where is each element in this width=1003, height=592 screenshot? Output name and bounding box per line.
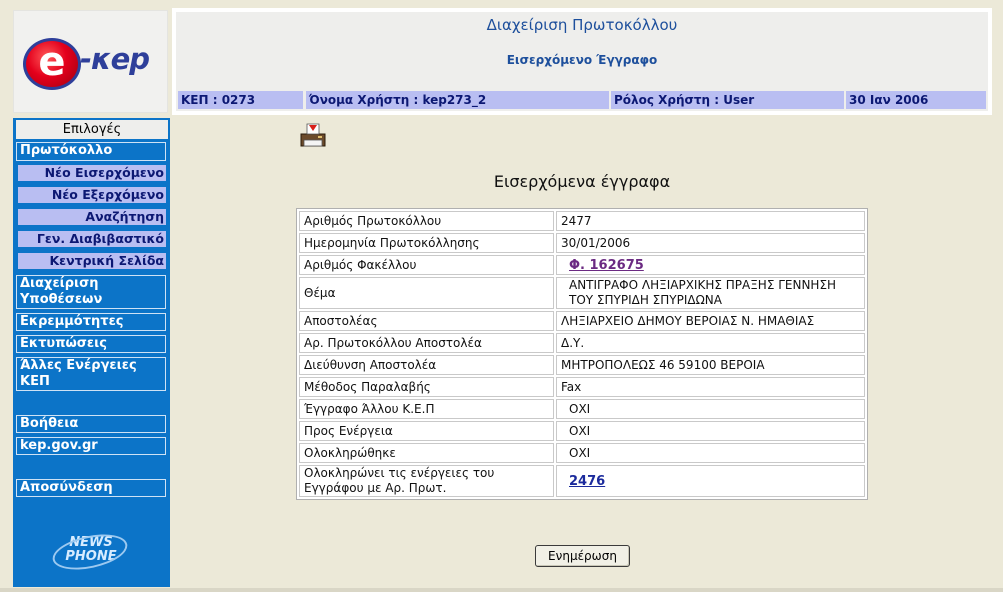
row-value: ΑΝΤΙΓΡΑΦΟ ΛΗΞΙΑΡΧΙΚΗΣ ΠΡΑΞΗΣ ΓΕΝΝΗΣΗ ΤΟΥ… bbox=[556, 277, 865, 309]
table-row: Ημερομηνία Πρωτοκόλλησης 30/01/2006 bbox=[299, 233, 865, 253]
row-value: 30/01/2006 bbox=[556, 233, 865, 253]
row-value: Δ.Υ. bbox=[556, 333, 865, 353]
table-row: Διεύθυνση Αποστολέα ΜΗΤΡΟΠΟΛΕΩΣ 46 59100… bbox=[299, 355, 865, 375]
row-label: Αποστολέας bbox=[299, 311, 554, 331]
printer-icon[interactable] bbox=[298, 122, 328, 150]
row-label: Προς Ενέργεια bbox=[299, 421, 554, 441]
ekep-logo-e: e bbox=[23, 38, 81, 90]
row-value-cell: Φ. 162675 bbox=[556, 255, 865, 275]
table-row: Προς Ενέργεια ΟΧΙ bbox=[299, 421, 865, 441]
row-label: Θέμα bbox=[299, 277, 554, 309]
row-value: ΛΗΞΙΑΡΧΕΙΟ ΔΗΜΟΥ ΒΕΡΟΙΑΣ Ν. ΗΜΑΘΙΑΣ bbox=[556, 311, 865, 331]
sidebar-item-pending[interactable]: Εκρεμμότητες bbox=[16, 313, 166, 331]
sidebar-item-search[interactable]: Αναζήτηση bbox=[18, 209, 166, 225]
row-value: 2477 bbox=[556, 211, 865, 231]
sidebar-item-kep-site[interactable]: kep.gov.gr bbox=[16, 437, 166, 455]
row-label: Αριθμός Πρωτοκόλλου bbox=[299, 211, 554, 231]
sidebar-item-logout[interactable]: Αποσύνδεση bbox=[16, 479, 166, 497]
sidebar-item-prints[interactable]: Εκτυπώσεις bbox=[16, 335, 166, 353]
app-title: Διαχείριση Πρωτοκόλλου bbox=[486, 16, 678, 34]
row-value: ΟΧΙ bbox=[556, 421, 865, 441]
update-button[interactable]: Ενημέρωση bbox=[535, 545, 630, 567]
window-bottom-edge bbox=[0, 588, 1003, 592]
table-row: Θέμα ΑΝΤΙΓΡΑΦΟ ΛΗΞΙΑΡΧΙΚΗΣ ΠΡΑΞΗΣ ΓΕΝΝΗΣ… bbox=[299, 277, 865, 309]
row-value: ΟΧΙ bbox=[556, 443, 865, 463]
sidebar-item-other-actions[interactable]: Άλλες Ενέργειες ΚΕΠ bbox=[16, 357, 166, 391]
row-label: Διεύθυνση Αποστολέα bbox=[299, 355, 554, 375]
document-details-table: Αριθμός Πρωτοκόλλου 2477 Ημερομηνία Πρωτ… bbox=[296, 208, 868, 500]
current-date: 30 Ιαν 2006 bbox=[846, 91, 986, 109]
row-label: Αριθμός Φακέλλου bbox=[299, 255, 554, 275]
row-value-cell: 2476 bbox=[556, 465, 865, 497]
sidebar-item-home-page[interactable]: Κεντρική Σελίδα bbox=[18, 253, 166, 269]
table-row: Αριθμός Φακέλλου Φ. 162675 bbox=[299, 255, 865, 275]
sidebar-heading: Επιλογές bbox=[16, 120, 168, 139]
related-protocol-link[interactable]: 2476 bbox=[569, 474, 605, 489]
username-label: Όνομα Χρήστη : kep273_2 bbox=[306, 91, 609, 109]
row-label: Ημερομηνία Πρωτοκόλλησης bbox=[299, 233, 554, 253]
kep-code: ΚΕΠ : 0273 bbox=[178, 91, 303, 109]
sidebar-item-help[interactable]: Βοήθεια bbox=[16, 415, 166, 433]
row-value: ΟΧΙ bbox=[556, 399, 865, 419]
other-actions-line2: ΚΕΠ bbox=[20, 374, 50, 389]
table-row: Έγγραφο Άλλου Κ.Ε.Π ΟΧΙ bbox=[299, 399, 865, 419]
case-management-line2: Υποθέσεων bbox=[20, 292, 103, 307]
table-row: Μέθοδος Παραλαβής Fax bbox=[299, 377, 865, 397]
user-role-label: Ρόλος Χρήστη : User bbox=[611, 91, 844, 109]
table-row: Αποστολέας ΛΗΞΙΑΡΧΕΙΟ ΔΗΜΟΥ ΒΕΡΟΙΑΣ Ν. Η… bbox=[299, 311, 865, 331]
table-row: Ολοκληρώθηκε ΟΧΙ bbox=[299, 443, 865, 463]
row-value: ΜΗΤΡΟΠΟΛΕΩΣ 46 59100 ΒΕΡΟΙΑ bbox=[556, 355, 865, 375]
sidebar-item-protocol[interactable]: Πρωτόκολλο bbox=[16, 142, 166, 161]
page-subtitle: Εισερχόμενο Έγγραφο bbox=[506, 53, 658, 67]
sidebar-item-new-outgoing[interactable]: Νέο Εξερχόμενο bbox=[18, 187, 166, 203]
row-label: Ολοκληρώνει τις ενέργειες του Εγγράφου μ… bbox=[299, 465, 554, 497]
sidebar-item-case-management[interactable]: Διαχείριση Υποθέσεων bbox=[16, 275, 166, 309]
table-row: Ολοκληρώνει τις ενέργειες του Εγγράφου μ… bbox=[299, 465, 865, 497]
row-label: Μέθοδος Παραλαβής bbox=[299, 377, 554, 397]
sidebar-item-general-transmittal[interactable]: Γεν. Διαβιβαστικό bbox=[18, 231, 166, 247]
other-actions-line1: Άλλες Ενέργειες bbox=[20, 358, 137, 373]
row-value: Fax bbox=[556, 377, 865, 397]
sidebar-item-new-incoming[interactable]: Νέο Εισερχόμενο bbox=[18, 165, 166, 181]
row-label: Έγγραφο Άλλου Κ.Ε.Π bbox=[299, 399, 554, 419]
folder-number-link[interactable]: Φ. 162675 bbox=[569, 258, 644, 273]
table-row: Αρ. Πρωτοκόλλου Αποστολέα Δ.Υ. bbox=[299, 333, 865, 353]
row-label: Ολοκληρώθηκε bbox=[299, 443, 554, 463]
ekep-logo-text: -κep bbox=[80, 42, 150, 76]
row-label: Αρ. Πρωτοκόλλου Αποστολέα bbox=[299, 333, 554, 353]
document-title: Εισερχόμενα έγγραφα bbox=[493, 172, 671, 191]
newsphone-logo: NEWS PHONE bbox=[49, 528, 132, 576]
table-row: Αριθμός Πρωτοκόλλου 2477 bbox=[299, 211, 865, 231]
case-management-line1: Διαχείριση bbox=[20, 276, 99, 291]
